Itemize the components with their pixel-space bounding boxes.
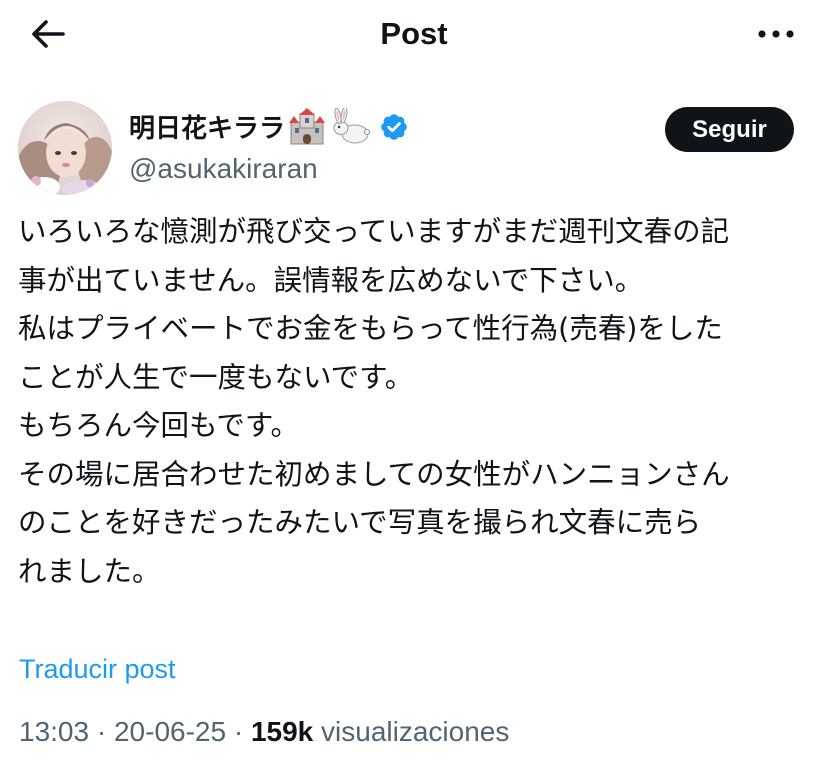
post-text-line: いろいろな憶測が飛び交っていますがまだ週刊文春の記 [18,215,730,248]
page-title: Post [380,16,448,51]
top-bar: Post [0,0,828,68]
post-text-line: 事が出ていません。誤情報を広めないで下さい。 [18,263,644,297]
author-name-row: 明日花キララ [129,106,409,151]
post-text-line: もちろん今回もです。 [18,409,300,442]
more-options-button[interactable] [754,14,798,54]
follow-button[interactable]: Seguir [665,107,794,152]
views-count[interactable]: 159k [251,716,313,747]
post-time[interactable]: 13:03 [19,716,89,747]
more-horizontal-icon [758,30,794,38]
post-metadata: 13:03 · 20-06-25 · 159k visualizaciones [19,713,509,751]
meta-separator: · [96,716,107,747]
meta-separator: · [233,716,244,747]
author-handle[interactable]: @asukakiraran [129,150,318,188]
avatar-image [18,101,112,195]
post-text-line: 私はプライベートでお金をもらって性行為(売春)をした [18,312,723,345]
post-text-line: ことが人生で一度もないです。 [18,360,414,394]
verified-badge-icon[interactable] [379,112,409,146]
rabbit-emoji [329,106,371,150]
post-text-line: れました。 [18,554,161,588]
display-name[interactable]: 明日花キララ [129,109,285,149]
castle-emoji [287,108,327,150]
translate-post-link[interactable]: Traducir post [19,650,176,688]
post-text-line: のことを好きだったみたいで写真を撮られ文春に売ら [18,506,702,539]
views-label[interactable]: visualizaciones [321,716,509,747]
avatar[interactable] [18,101,112,195]
post-date[interactable]: 20-06-25 [114,716,226,747]
post-text-line: その場に居合わせた初めましての女性がハンニョンさん [18,457,730,491]
post-text: いろいろな憶測が飛び交っていますがまだ週刊文春の記 事が出ていません。誤情報を広… [18,208,813,596]
